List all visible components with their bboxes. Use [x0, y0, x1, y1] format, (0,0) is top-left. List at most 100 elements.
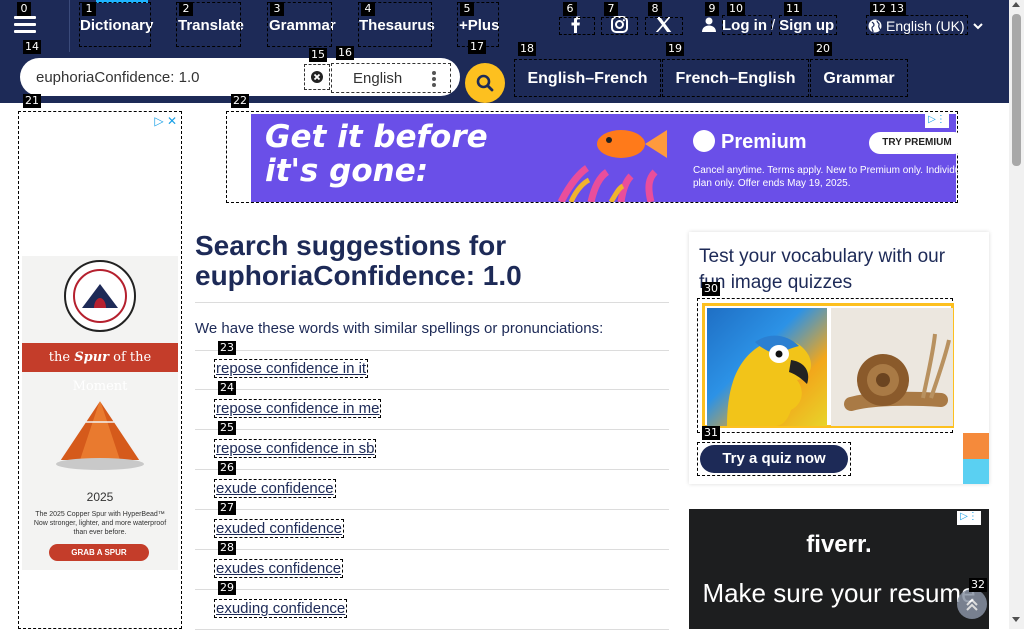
- side-chip-cyan[interactable]: [963, 459, 989, 484]
- shortcut-french-english[interactable]: French–English: [662, 59, 809, 97]
- dictionary-select[interactable]: English: [331, 63, 451, 93]
- side-chip-orange[interactable]: [963, 433, 989, 459]
- ad-description: The 2025 Copper Spur with HyperBead™ Now…: [33, 511, 167, 536]
- marker-badge: 4: [361, 2, 375, 16]
- page-scrollbar[interactable]: [1009, 0, 1024, 629]
- ad-brand: fiverr.: [806, 531, 872, 558]
- list-item: exudes confidence: [195, 550, 669, 590]
- nav-thesaurus[interactable]: Thesaurus: [359, 17, 435, 34]
- list-item: repose confidence in it: [195, 350, 669, 390]
- instagram-icon[interactable]: [606, 14, 632, 36]
- ad-headline: Get it before it's gone:: [265, 119, 488, 189]
- scroll-down-arrow-icon[interactable]: [1012, 617, 1020, 622]
- right-fiverr-ad[interactable]: ▷⋮ fiverr. Make sure your resume: [689, 509, 989, 629]
- marker-badge: 30: [702, 282, 720, 296]
- quiz-promo-card: Test your vocabulary with our fun image …: [689, 232, 989, 484]
- marker-badge: 27: [218, 501, 236, 515]
- marker-badge: 11: [784, 2, 802, 16]
- suggestion-link[interactable]: repose confidence in me: [214, 399, 382, 418]
- suggestion-link[interactable]: exudes confidence: [214, 559, 344, 578]
- ad-cta-button[interactable]: GRAB A SPUR: [49, 544, 149, 561]
- nav-plus[interactable]: +Plus: [459, 17, 499, 34]
- search-bar-row: English English–French French–English Gr…: [0, 52, 1009, 103]
- try-quiz-button[interactable]: Try a quiz now: [697, 442, 851, 476]
- header-divider: [69, 0, 70, 52]
- nav-dictionary[interactable]: Dictionary: [80, 17, 153, 34]
- facebook-icon[interactable]: [562, 14, 588, 36]
- site-language-selector[interactable]: English (UK): [868, 17, 983, 36]
- ad-choices-icon[interactable]: ▷⋮: [925, 114, 949, 128]
- shortcut-english-french[interactable]: English–French: [514, 59, 661, 97]
- ad-tagline: the Spur of the Moment: [22, 343, 178, 394]
- marker-badge: 22: [231, 94, 249, 108]
- suggestion-link[interactable]: repose confidence in sb: [214, 439, 377, 458]
- search-term: euphoriaConfidence: 1.0: [195, 260, 522, 291]
- signup-link[interactable]: Sign up: [779, 17, 834, 34]
- ad-creative-panel: the Spur of the Moment 2025 The 2025 Cop…: [22, 256, 178, 570]
- marker-badge: 15: [309, 48, 327, 62]
- quiz-image-frame: [702, 303, 954, 428]
- more-options-icon: [432, 71, 436, 89]
- suggestions-intro: We have these words with similar spellin…: [195, 320, 604, 337]
- ad-brand: Premium: [693, 130, 807, 154]
- search-icon: [476, 74, 494, 92]
- marker-badge: 21: [23, 94, 41, 108]
- marker-badge: 0: [17, 2, 31, 16]
- search-button[interactable]: [465, 63, 505, 103]
- dictionary-select-value: English: [353, 70, 403, 87]
- chevron-down-icon: [972, 17, 983, 33]
- marker-badge: 14: [23, 40, 41, 54]
- nav-translate[interactable]: Translate: [178, 17, 244, 34]
- quiz-image-link[interactable]: [697, 298, 954, 433]
- marker-badge: 31: [702, 426, 720, 440]
- spotify-logo-icon: [693, 130, 715, 152]
- ad-creative: Get it before it's gone: Premium TRY PRE…: [251, 114, 968, 202]
- list-item: exuded confidence: [195, 510, 669, 550]
- marker-badge: 6: [563, 2, 577, 16]
- list-item: repose confidence in me: [195, 390, 669, 430]
- search-input[interactable]: [36, 66, 316, 88]
- suggestion-list: repose confidence in it repose confidenc…: [195, 350, 669, 630]
- ad-year: 2025: [86, 490, 114, 504]
- quiz-title: Test your vocabulary with our fun image …: [699, 246, 946, 293]
- x-twitter-icon[interactable]: [650, 14, 676, 36]
- ad-choices-icon[interactable]: ▷⋮: [957, 511, 981, 525]
- marker-badge: 18: [518, 42, 536, 56]
- suggestion-link[interactable]: repose confidence in it: [214, 359, 369, 378]
- page-title: Search suggestions for euphoriaConfidenc…: [195, 230, 522, 291]
- ad-message: Make sure your resume: [702, 578, 976, 608]
- marker-badge: 19: [666, 42, 684, 56]
- scrollbar-thumb[interactable]: [1012, 14, 1021, 166]
- marker-badge: 23: [218, 341, 236, 355]
- left-skyscraper-ad[interactable]: ▷ ✕ the Spur of the Moment 2025 The 2025…: [18, 111, 182, 629]
- marker-badge: 26: [218, 461, 236, 475]
- marker-badge: 20: [814, 42, 832, 56]
- marker-badge: 1: [82, 2, 96, 16]
- globe-icon: [868, 19, 882, 36]
- suggestion-link[interactable]: exude confidence: [214, 479, 336, 498]
- login-link[interactable]: Log in: [722, 17, 767, 34]
- nav-grammar[interactable]: Grammar: [269, 17, 336, 34]
- scroll-up-arrow-icon[interactable]: [1012, 2, 1020, 7]
- list-item: repose confidence in sb: [195, 430, 669, 470]
- marker-badge: 32: [969, 578, 987, 592]
- marker-badge: 29: [218, 581, 236, 595]
- tent-image: [56, 399, 144, 470]
- shortcut-grammar[interactable]: Grammar: [810, 59, 908, 97]
- marker-badge: 5: [460, 2, 474, 16]
- login-separator: /: [771, 17, 776, 34]
- ad-premium-block: Premium TRY PREMIUM Cancel anytime. Term…: [693, 128, 968, 200]
- clear-search-button[interactable]: [304, 64, 330, 90]
- parrot-image: [707, 308, 827, 426]
- site-language-label: English (UK): [886, 18, 965, 34]
- top-banner-ad[interactable]: Get it before it's gone: Premium TRY PRE…: [226, 111, 968, 203]
- scroll-to-top-button[interactable]: [957, 589, 987, 619]
- active-nav-indicator: [96, 0, 148, 3]
- suggestion-link[interactable]: exuded confidence: [214, 519, 344, 538]
- ad-cta-button[interactable]: TRY PREMIUM: [869, 132, 965, 154]
- user-icon: [702, 17, 716, 36]
- marker-badge: 2: [179, 2, 193, 16]
- marker-badge: 8: [648, 2, 662, 16]
- suggestion-link[interactable]: exuding confidence: [214, 599, 348, 618]
- ad-choices-icon[interactable]: ▷ ✕: [154, 114, 177, 128]
